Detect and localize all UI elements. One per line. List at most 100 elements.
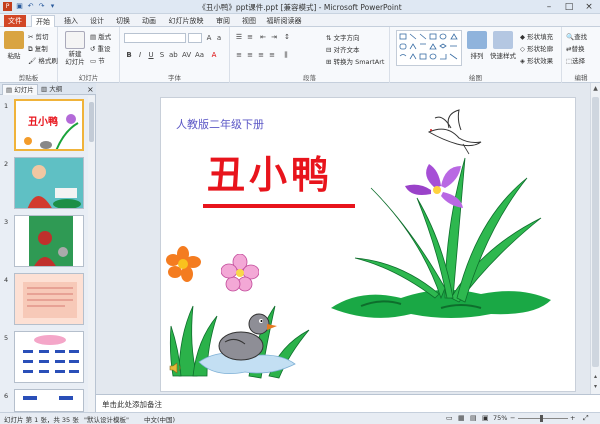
shape-fill-button[interactable]: ◆ 形状填充	[520, 31, 553, 41]
copy-button[interactable]: ⧉ 复制	[28, 43, 48, 54]
bullets-icon[interactable]: ☰	[235, 33, 243, 41]
thumb-number: 6	[4, 392, 9, 400]
font-name-combo[interactable]	[124, 33, 186, 43]
tab-review[interactable]: 审阅	[212, 15, 234, 27]
notes-placeholder[interactable]: 单击此处添加备注	[102, 399, 162, 410]
tab-animations[interactable]: 动画	[138, 15, 160, 27]
paste-button[interactable]: 粘贴	[3, 31, 25, 60]
strikethrough-icon[interactable]: ab	[169, 51, 178, 59]
zoom-slider[interactable]	[518, 415, 568, 422]
fit-to-window-icon[interactable]: ⤢	[583, 414, 589, 423]
justify-icon[interactable]: ≡	[268, 51, 276, 59]
shadow-icon[interactable]: S	[158, 51, 166, 59]
shape-effects-button[interactable]: ◈ 形状效果	[520, 55, 553, 65]
thumb-number: 3	[4, 218, 9, 226]
line-spacing-icon[interactable]: ↕	[283, 33, 291, 41]
tab-transitions[interactable]: 切换	[112, 15, 134, 27]
slides-pane: ▤ 幻灯片 ▥ 大纲 × 1 丑小鸭 2 3 4 5 6	[0, 83, 96, 412]
font-color-icon[interactable]: A	[210, 51, 218, 59]
duckling-illustration	[169, 305, 310, 379]
slide-thumbnail-4[interactable]	[14, 273, 84, 325]
zoom-slider-thumb[interactable]	[540, 415, 543, 422]
slide-thumbnail-1[interactable]: 丑小鸭	[14, 99, 84, 151]
current-slide[interactable]: 人教版二年级下册 丑小鸭	[160, 97, 576, 392]
slide-title[interactable]: 丑小鸭	[207, 144, 333, 199]
notes-pane[interactable]: 单击此处添加备注	[96, 394, 600, 412]
numbering-icon[interactable]: ≡	[246, 33, 254, 41]
minimize-button[interactable]: –	[540, 0, 558, 14]
new-slide-button[interactable]: 新建 幻灯片	[62, 31, 88, 66]
tab-slides-pane[interactable]: ▤ 幻灯片	[2, 84, 38, 95]
format-painter-button[interactable]: 🖌 格式刷	[28, 55, 58, 65]
tab-file[interactable]: 文件	[4, 15, 26, 27]
reset-button[interactable]: ↺ 重设	[90, 43, 111, 53]
thumb-number: 5	[4, 334, 9, 342]
language-indicator[interactable]: 中文(中国)	[144, 414, 175, 424]
slide-scrollbar[interactable]: ▲ ▴ ▾	[590, 83, 600, 394]
slide-subtitle[interactable]: 人教版二年级下册	[176, 116, 264, 132]
tab-insert[interactable]: 插入	[60, 15, 82, 27]
tab-design[interactable]: 设计	[86, 15, 108, 27]
slide-thumbnail-3[interactable]	[14, 215, 84, 267]
underline-icon[interactable]: U	[147, 51, 155, 59]
previous-slide-icon[interactable]: ▴	[592, 373, 599, 381]
next-slide-icon[interactable]: ▾	[592, 383, 599, 391]
paragraph-label: 段落	[303, 74, 316, 82]
close-button[interactable]: ×	[580, 0, 598, 14]
clipboard-group: 粘贴 ✂ 剪切 ⧉ 复制 🖌 格式刷 剪贴板	[0, 27, 58, 83]
shape-outline-button[interactable]: ◇ 形状轮廓	[520, 43, 553, 53]
bold-icon[interactable]: B	[125, 51, 133, 59]
indent-decrease-icon[interactable]: ⇤	[259, 33, 267, 41]
scroll-up-icon[interactable]: ▲	[592, 85, 599, 93]
text-direction-button[interactable]: ⇅ 文字方向	[326, 32, 360, 42]
align-center-icon[interactable]: ≡	[246, 51, 254, 59]
align-text-button[interactable]: ⊟ 对齐文本	[326, 44, 360, 54]
layout-button[interactable]: ▤ 版式	[90, 31, 111, 41]
pane-tabs: ▤ 幻灯片 ▥ 大纲 ×	[0, 83, 96, 95]
scroll-thumb[interactable]	[592, 97, 599, 367]
zoom-out-icon[interactable]: −	[510, 414, 515, 422]
scroll-thumb[interactable]	[89, 102, 94, 142]
case-icon[interactable]: Aa	[195, 51, 204, 59]
slide-thumbnail-2[interactable]	[14, 157, 84, 209]
tab-home[interactable]: 开始	[31, 15, 55, 27]
slide-thumbnail-5[interactable]	[14, 331, 84, 383]
spacing-icon[interactable]: AV	[182, 51, 191, 59]
zoom-in-icon[interactable]: +	[570, 414, 575, 422]
speaker-icon[interactable]	[169, 362, 183, 374]
columns-icon[interactable]: ⫼	[282, 51, 290, 59]
theme-name[interactable]: "默认设计模板"	[84, 414, 129, 424]
select-button[interactable]: ⬚选择	[566, 55, 585, 65]
italic-icon[interactable]: I	[136, 51, 144, 59]
find-button[interactable]: 🔍查找	[566, 31, 587, 41]
tab-outline-pane[interactable]: ▥ 大纲	[38, 84, 65, 95]
font-size-combo[interactable]	[188, 33, 202, 43]
iris-flower	[405, 164, 463, 208]
maximize-button[interactable]: □	[560, 0, 578, 14]
shapes-gallery[interactable]	[396, 30, 462, 66]
tab-slideshow[interactable]: 幻灯片放映	[166, 15, 206, 27]
arrange-button[interactable]: 排列	[466, 31, 488, 60]
align-left-icon[interactable]: ≡	[235, 51, 243, 59]
editing-group: 🔍查找 ⇄替换 ⬚选择 编辑	[562, 27, 600, 83]
align-right-icon[interactable]: ≡	[257, 51, 265, 59]
shrink-font-icon[interactable]: a	[215, 34, 223, 42]
sorter-view-icon[interactable]: ▦	[458, 414, 465, 422]
cut-button[interactable]: ✂ 剪切	[28, 31, 49, 41]
replace-button[interactable]: ⇄替换	[566, 43, 584, 53]
thumbnails-scrollbar[interactable]	[88, 96, 95, 412]
section-button[interactable]: ▭ 节	[90, 55, 105, 65]
quick-styles-button[interactable]: 快速样式	[490, 31, 516, 60]
tab-foxit[interactable]: 福昕阅读器	[266, 15, 302, 27]
indent-increase-icon[interactable]: ⇥	[270, 33, 278, 41]
close-pane-icon[interactable]: ×	[84, 84, 97, 95]
thumb-art	[15, 332, 83, 382]
slide-thumbnail-6[interactable]	[14, 389, 84, 412]
smartart-button[interactable]: ⊞ 转换为 SmartArt	[326, 56, 384, 66]
slideshow-view-icon[interactable]: ▣	[482, 414, 489, 422]
zoom-level[interactable]: 75%	[493, 414, 507, 422]
tab-view[interactable]: 视图	[238, 15, 260, 27]
grow-font-icon[interactable]: A	[205, 34, 213, 42]
reading-view-icon[interactable]: ▤	[470, 414, 477, 422]
normal-view-icon[interactable]: ▭	[446, 414, 453, 422]
